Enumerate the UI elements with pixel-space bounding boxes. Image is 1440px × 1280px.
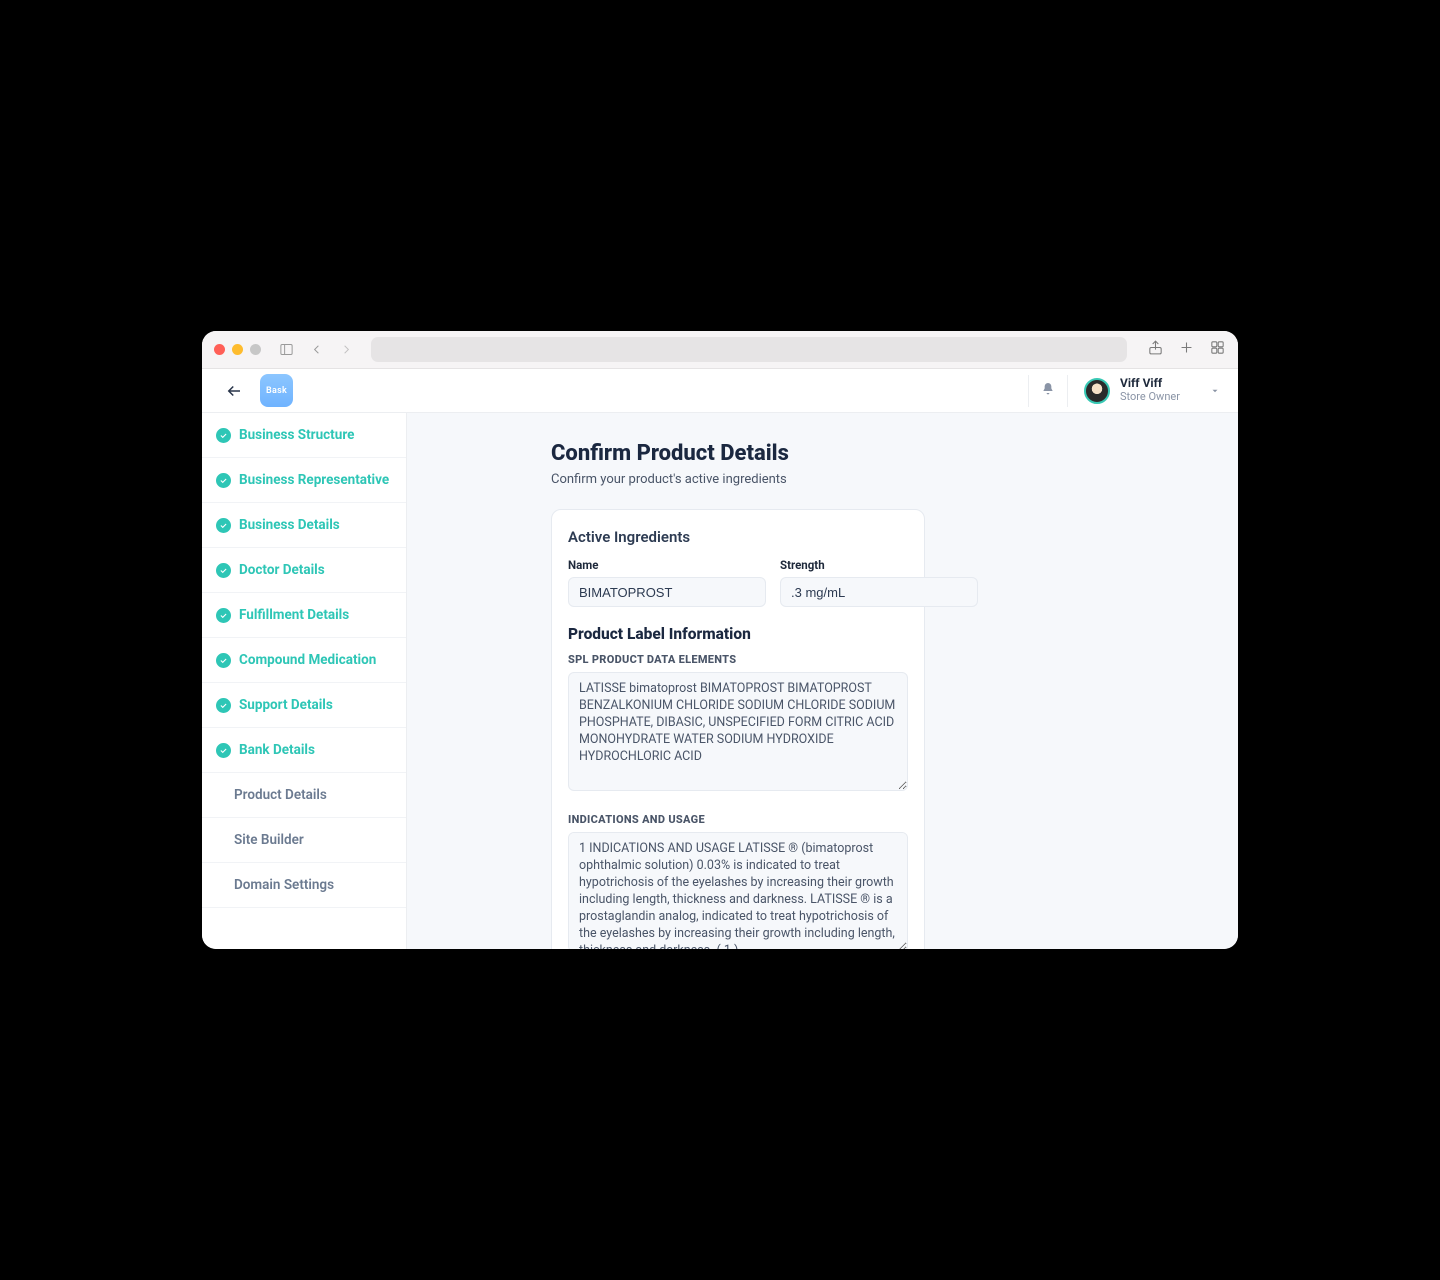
browser-chrome: [202, 331, 1238, 369]
check-circle-icon: [216, 518, 231, 533]
sidebar-item-label: Bank Details: [239, 742, 315, 758]
sidebar-toggle-icon[interactable]: [275, 339, 297, 361]
check-circle-icon: [216, 608, 231, 623]
sidebar-item-label: Fulfillment Details: [239, 607, 349, 623]
app-logo[interactable]: Bask: [260, 374, 293, 407]
check-circle-icon: [216, 698, 231, 713]
page-subtitle: Confirm your product's active ingredient…: [551, 472, 925, 487]
sidebar-item-label: Compound Medication: [239, 652, 376, 668]
check-circle-icon: [216, 653, 231, 668]
card-title: Active Ingredients: [568, 528, 908, 546]
nav-forward-icon[interactable]: [335, 339, 357, 361]
app-header: Bask Viff Viff Store Owner: [202, 369, 1238, 413]
active-ingredients-card: Active Ingredients Name Strength Product…: [551, 509, 925, 949]
sidebar-item-compound-medication[interactable]: Compound Medication: [202, 638, 406, 683]
sidebar-item-fulfillment-details[interactable]: Fulfillment Details: [202, 593, 406, 638]
share-icon[interactable]: [1147, 339, 1164, 360]
app-logo-text: Bask: [266, 386, 287, 396]
minimize-window-button[interactable]: [232, 344, 243, 355]
sidebar-item-business-details[interactable]: Business Details: [202, 503, 406, 548]
sidebar-item-bank-details[interactable]: Bank Details: [202, 728, 406, 773]
check-circle-icon: [216, 743, 231, 758]
sidebar-item-label: Business Representative: [239, 472, 389, 488]
strength-label: Strength: [780, 558, 978, 572]
textarea-label: SPL PRODUCT DATA ELEMENTS: [568, 653, 908, 666]
maximize-window-button[interactable]: [250, 344, 261, 355]
user-role: Store Owner: [1120, 391, 1180, 404]
sidebar-item-business-representative[interactable]: Business Representative: [202, 458, 406, 503]
sidebar-item-label: Site Builder: [234, 832, 304, 848]
check-circle-icon: [216, 473, 231, 488]
tab-overview-icon[interactable]: [1209, 339, 1226, 360]
sidebar-item-product-details[interactable]: Product Details: [202, 773, 406, 818]
user-menu[interactable]: Viff Viff Store Owner: [1084, 377, 1224, 403]
user-text: Viff Viff Store Owner: [1120, 377, 1180, 403]
sidebar-item-label: Support Details: [239, 697, 333, 713]
notifications-button[interactable]: [1028, 375, 1068, 407]
back-button[interactable]: [216, 382, 252, 400]
sidebar-item-label: Doctor Details: [239, 562, 325, 578]
address-bar[interactable]: [371, 337, 1127, 362]
chrome-right-actions: [1147, 339, 1226, 360]
sidebar: Business Structure Business Representativ…: [202, 413, 407, 949]
sidebar-item-business-structure[interactable]: Business Structure: [202, 413, 406, 458]
close-window-button[interactable]: [214, 344, 225, 355]
sidebar-item-label: Product Details: [234, 787, 327, 803]
app-window: Bask Viff Viff Store Owner Business Stru…: [202, 331, 1238, 949]
nav-back-icon[interactable]: [305, 339, 327, 361]
check-circle-icon: [216, 428, 231, 443]
new-tab-icon[interactable]: [1178, 339, 1195, 360]
avatar: [1084, 378, 1110, 404]
app-body: Business Structure Business Representativ…: [202, 413, 1238, 949]
textarea-spl-product-data-elements[interactable]: [568, 672, 908, 791]
main-content: Confirm Product Details Confirm your pro…: [407, 413, 1238, 949]
sidebar-item-site-builder[interactable]: Site Builder: [202, 818, 406, 863]
textarea-indications-and-usage[interactable]: [568, 832, 908, 949]
chevron-down-icon: [1210, 381, 1220, 400]
window-controls: [214, 344, 261, 355]
name-label: Name: [568, 558, 766, 572]
ingredient-name-input[interactable]: [568, 577, 766, 607]
ingredient-strength-input[interactable]: [780, 577, 978, 607]
sidebar-item-support-details[interactable]: Support Details: [202, 683, 406, 728]
sidebar-item-label: Domain Settings: [234, 877, 334, 893]
page-title: Confirm Product Details: [551, 441, 925, 466]
check-circle-icon: [216, 563, 231, 578]
sidebar-item-label: Business Structure: [239, 427, 354, 443]
sidebar-item-label: Business Details: [239, 517, 340, 533]
bell-icon: [1040, 381, 1056, 401]
textarea-label: INDICATIONS AND USAGE: [568, 813, 908, 826]
label-info-heading: Product Label Information: [568, 625, 908, 643]
sidebar-item-doctor-details[interactable]: Doctor Details: [202, 548, 406, 593]
user-name: Viff Viff: [1120, 377, 1180, 391]
sidebar-item-domain-settings[interactable]: Domain Settings: [202, 863, 406, 908]
